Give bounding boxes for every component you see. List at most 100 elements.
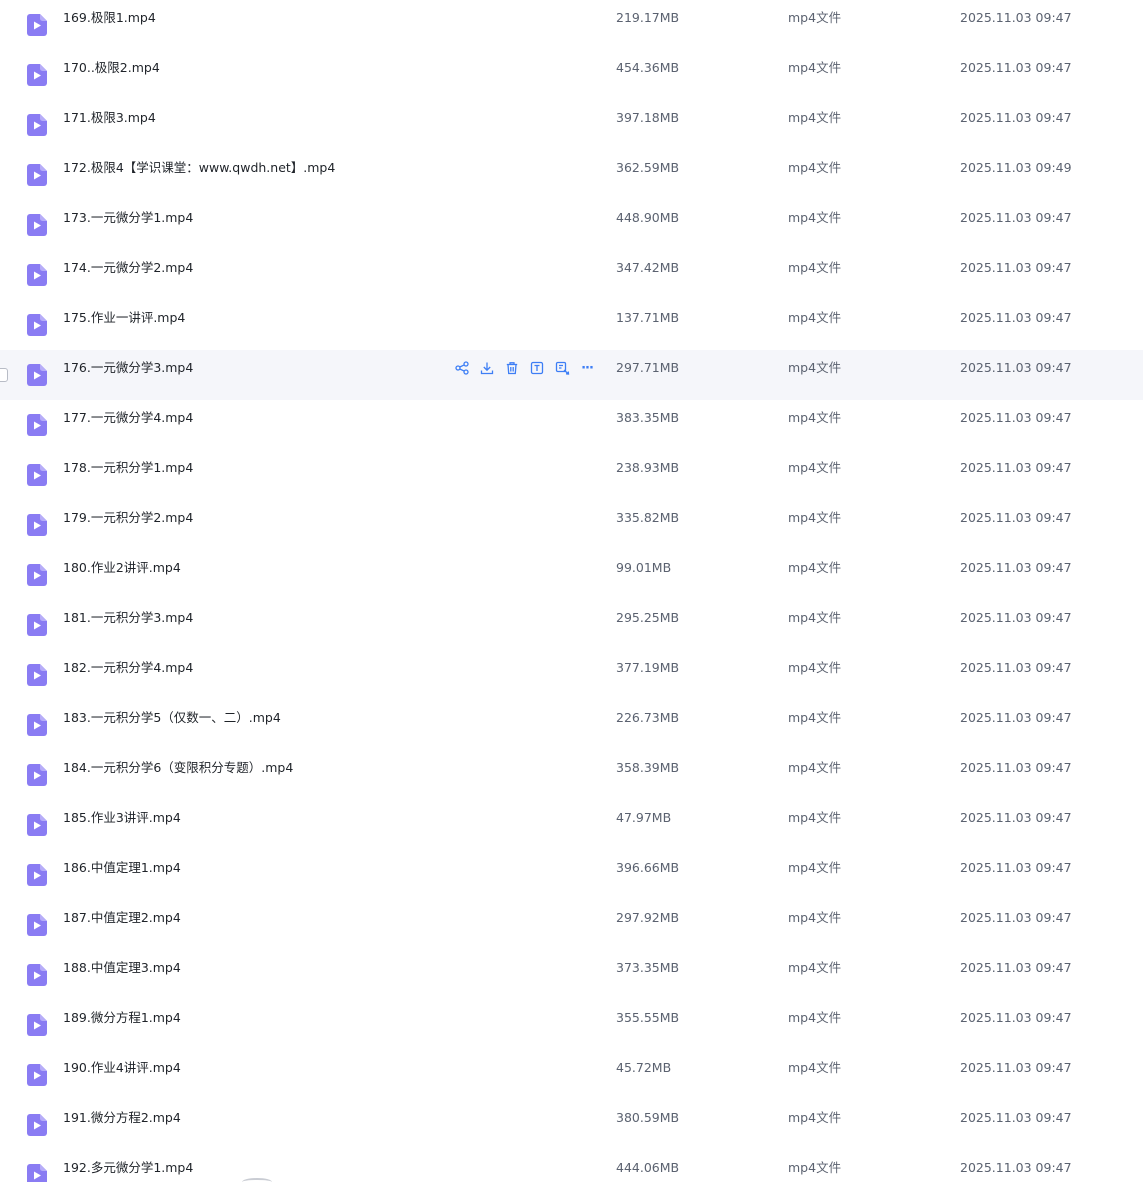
file-row[interactable]: 172.极限4【学识课堂：www.qwdh.net】.mp4 362.59MB …	[0, 150, 1143, 200]
rename-icon	[530, 361, 544, 375]
file-row[interactable]: 176.一元微分学3.mp4 297.71MB mp4文件 2025.11.03…	[0, 350, 1143, 400]
file-row[interactable]: 179.一元积分学2.mp4 335.82MB mp4文件 2025.11.03…	[0, 500, 1143, 550]
file-name[interactable]: 191.微分方程2.mp4	[63, 1100, 181, 1136]
file-type: mp4文件	[788, 860, 842, 875]
file-size: 45.72MB	[616, 1060, 672, 1075]
file-type: mp4文件	[788, 960, 842, 975]
file-date: 2025.11.03 09:47	[960, 760, 1072, 775]
copy-move-button[interactable]	[553, 359, 571, 377]
video-file-icon	[27, 464, 47, 486]
file-name[interactable]: 173.一元微分学1.mp4	[63, 200, 193, 236]
file-row[interactable]: 191.微分方程2.mp4 380.59MB mp4文件 2025.11.03 …	[0, 1100, 1143, 1150]
file-row[interactable]: 180.作业2讲评.mp4 99.01MB mp4文件 2025.11.03 0…	[0, 550, 1143, 600]
video-file-icon	[27, 64, 47, 86]
file-row[interactable]: 186.中值定理1.mp4 396.66MB mp4文件 2025.11.03 …	[0, 850, 1143, 900]
file-row[interactable]: 173.一元微分学1.mp4 448.90MB mp4文件 2025.11.03…	[0, 200, 1143, 250]
file-name[interactable]: 175.作业一讲评.mp4	[63, 300, 185, 336]
file-date: 2025.11.03 09:47	[960, 860, 1072, 875]
download-icon	[480, 361, 494, 375]
file-name[interactable]: 169.极限1.mp4	[63, 0, 156, 36]
file-row[interactable]: 182.一元积分学4.mp4 377.19MB mp4文件 2025.11.03…	[0, 650, 1143, 700]
file-size: 47.97MB	[616, 810, 672, 825]
file-name[interactable]: 186.中值定理1.mp4	[63, 850, 181, 886]
file-name[interactable]: 174.一元微分学2.mp4	[63, 250, 193, 286]
file-date: 2025.11.03 09:47	[960, 1160, 1072, 1175]
file-date: 2025.11.03 09:47	[960, 1110, 1072, 1125]
file-name[interactable]: 183.一元积分学5（仅数一、二）.mp4	[63, 700, 281, 736]
file-size: 226.73MB	[616, 710, 680, 725]
download-button[interactable]	[478, 359, 496, 377]
file-type: mp4文件	[788, 210, 842, 225]
file-row[interactable]: 183.一元积分学5（仅数一、二）.mp4 226.73MB mp4文件 202…	[0, 700, 1143, 750]
file-date: 2025.11.03 09:47	[960, 610, 1072, 625]
row-checkbox[interactable]	[0, 368, 8, 382]
file-row[interactable]: 192.多元微分学1.mp4 444.06MB mp4文件 2025.11.03…	[0, 1150, 1143, 1182]
video-file-icon	[27, 214, 47, 236]
file-size: 397.18MB	[616, 110, 680, 125]
file-name[interactable]: 172.极限4【学识课堂：www.qwdh.net】.mp4	[63, 150, 335, 186]
file-name[interactable]: 176.一元微分学3.mp4	[63, 350, 193, 386]
rename-button[interactable]	[528, 359, 546, 377]
file-name[interactable]: 180.作业2讲评.mp4	[63, 550, 181, 586]
file-name[interactable]: 181.一元积分学3.mp4	[63, 600, 193, 636]
file-row[interactable]: 187.中值定理2.mp4 297.92MB mp4文件 2025.11.03 …	[0, 900, 1143, 950]
file-size: 448.90MB	[616, 210, 680, 225]
file-name[interactable]: 189.微分方程1.mp4	[63, 1000, 181, 1036]
file-date: 2025.11.03 09:47	[960, 60, 1072, 75]
file-row[interactable]: 188.中值定理3.mp4 373.35MB mp4文件 2025.11.03 …	[0, 950, 1143, 1000]
file-type: mp4文件	[788, 260, 842, 275]
file-row[interactable]: 169.极限1.mp4 219.17MB mp4文件 2025.11.03 09…	[0, 0, 1143, 50]
video-file-icon	[27, 1064, 47, 1086]
file-name[interactable]: 179.一元积分学2.mp4	[63, 500, 193, 536]
file-size: 454.36MB	[616, 60, 680, 75]
file-name[interactable]: 185.作业3讲评.mp4	[63, 800, 181, 836]
file-row[interactable]: 190.作业4讲评.mp4 45.72MB mp4文件 2025.11.03 0…	[0, 1050, 1143, 1100]
file-date: 2025.11.03 09:47	[960, 910, 1072, 925]
file-row[interactable]: 175.作业一讲评.mp4 137.71MB mp4文件 2025.11.03 …	[0, 300, 1143, 350]
file-row[interactable]: 171.极限3.mp4 397.18MB mp4文件 2025.11.03 09…	[0, 100, 1143, 150]
video-file-icon	[27, 1164, 47, 1182]
file-date: 2025.11.03 09:47	[960, 360, 1072, 375]
more-icon: ···	[581, 360, 594, 376]
file-type: mp4文件	[788, 560, 842, 575]
file-date: 2025.11.03 09:47	[960, 460, 1072, 475]
file-row[interactable]: 178.一元积分学1.mp4 238.93MB mp4文件 2025.11.03…	[0, 450, 1143, 500]
file-name[interactable]: 184.一元积分学6（变限积分专题）.mp4	[63, 750, 293, 786]
file-size: 238.93MB	[616, 460, 680, 475]
video-file-icon	[27, 14, 47, 36]
file-name[interactable]: 182.一元积分学4.mp4	[63, 650, 193, 686]
video-file-icon	[27, 114, 47, 136]
file-name[interactable]: 171.极限3.mp4	[63, 100, 156, 136]
file-row[interactable]: 174.一元微分学2.mp4 347.42MB mp4文件 2025.11.03…	[0, 250, 1143, 300]
more-button[interactable]: ···	[578, 359, 596, 377]
file-name[interactable]: 178.一元积分学1.mp4	[63, 450, 193, 486]
file-size: 383.35MB	[616, 410, 680, 425]
file-date: 2025.11.03 09:47	[960, 510, 1072, 525]
file-type: mp4文件	[788, 910, 842, 925]
file-date: 2025.11.03 09:47	[960, 1010, 1072, 1025]
file-name[interactable]: 190.作业4讲评.mp4	[63, 1050, 181, 1086]
file-type: mp4文件	[788, 460, 842, 475]
file-row[interactable]: 189.微分方程1.mp4 355.55MB mp4文件 2025.11.03 …	[0, 1000, 1143, 1050]
share-button[interactable]	[453, 359, 471, 377]
file-date: 2025.11.03 09:47	[960, 410, 1072, 425]
file-name[interactable]: 187.中值定理2.mp4	[63, 900, 181, 936]
row-actions: ···	[453, 359, 596, 377]
file-name[interactable]: 188.中值定理3.mp4	[63, 950, 181, 986]
file-row[interactable]: 170..极限2.mp4 454.36MB mp4文件 2025.11.03 0…	[0, 50, 1143, 100]
file-type: mp4文件	[788, 110, 842, 125]
video-file-icon	[27, 614, 47, 636]
file-row[interactable]: 177.一元微分学4.mp4 383.35MB mp4文件 2025.11.03…	[0, 400, 1143, 450]
file-name[interactable]: 177.一元微分学4.mp4	[63, 400, 193, 436]
file-name[interactable]: 192.多元微分学1.mp4	[63, 1150, 193, 1182]
file-type: mp4文件	[788, 10, 842, 25]
share-icon	[455, 361, 469, 375]
file-row[interactable]: 185.作业3讲评.mp4 47.97MB mp4文件 2025.11.03 0…	[0, 800, 1143, 850]
video-file-icon	[27, 914, 47, 936]
file-type: mp4文件	[788, 810, 842, 825]
file-name[interactable]: 170..极限2.mp4	[63, 50, 160, 86]
file-date: 2025.11.03 09:47	[960, 10, 1072, 25]
file-row[interactable]: 181.一元积分学3.mp4 295.25MB mp4文件 2025.11.03…	[0, 600, 1143, 650]
file-row[interactable]: 184.一元积分学6（变限积分专题）.mp4 358.39MB mp4文件 20…	[0, 750, 1143, 800]
delete-button[interactable]	[503, 359, 521, 377]
